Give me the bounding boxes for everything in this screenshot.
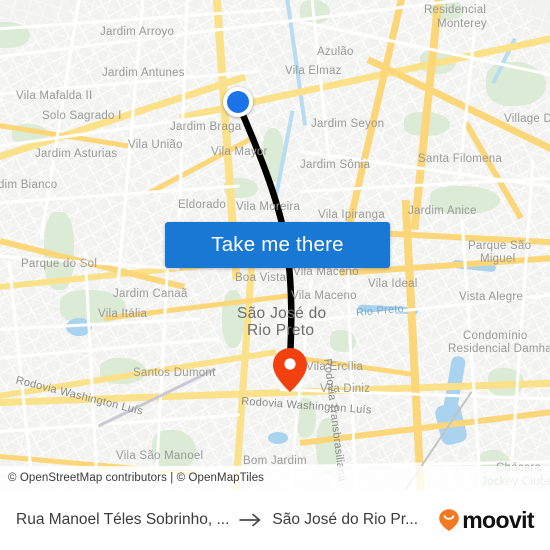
destination-label: São José do Rio Pr... <box>272 511 418 528</box>
moovit-logo[interactable]: moovit <box>438 506 535 534</box>
map-label: dim Bianco <box>0 179 58 191</box>
map-label: Miguel <box>480 253 516 265</box>
map-label: Santa Filomena <box>418 153 503 165</box>
map-label: Vila Ipiranga <box>318 209 385 221</box>
map-attribution: © OpenStreetMap contributors | © OpenMap… <box>0 466 550 490</box>
moovit-wordmark: moovit <box>462 506 534 533</box>
map-label: Residencial Damha <box>448 343 550 355</box>
map-label: Solo Sagrado I <box>42 110 122 122</box>
map-label: Vista Alegre <box>459 291 524 303</box>
map-label: Jardim Seyon <box>311 118 385 130</box>
origin-address-label: Rua Manoel Téles Sobrinho, ... <box>16 511 230 528</box>
map-label: Vila Ideal <box>368 278 418 290</box>
map-label: Vila União <box>128 139 183 151</box>
map-label: Vila Moreira <box>236 201 301 213</box>
moovit-map-screen: Jardim Arroyo Azulão Residencial Montere… <box>0 0 550 550</box>
map-label: Jardim Sônia <box>300 159 371 171</box>
map-label: Jardim Antunes <box>102 67 185 79</box>
map-label: Jardim Braga <box>170 121 242 133</box>
take-me-there-label: Take me there <box>211 233 344 256</box>
map-city-label: Rio Preto <box>247 322 315 339</box>
map-label: Santos Dumont <box>133 367 216 379</box>
map-label: Jardim Asturias <box>35 148 118 160</box>
map-label: Vila Mafalda II <box>16 90 93 102</box>
attribution-text: © OpenStreetMap contributors | © OpenMap… <box>8 472 265 484</box>
map-label: Monterey <box>437 18 487 30</box>
map-label: Jardim Arroyo <box>100 26 175 38</box>
map-label: Vila Maceno <box>291 290 357 302</box>
map-label: Azulão <box>317 46 354 58</box>
map-label: Condomínio <box>463 330 528 342</box>
arrow-right-icon <box>239 513 263 527</box>
take-me-there-button[interactable]: Take me there <box>165 222 390 268</box>
map-label: Vila Itália <box>98 308 148 320</box>
moovit-pin-smile-icon <box>438 508 460 532</box>
map-label: Vila São Manoel <box>116 450 204 462</box>
map-label: Vila Elmaz <box>285 65 342 77</box>
map-label: Eldorado <box>178 199 227 211</box>
map-label: Jardim Canaã <box>113 288 188 300</box>
map-label: Residencial <box>424 4 487 16</box>
map-label: Jardim Anice <box>408 205 477 217</box>
map-label: Boa Vista <box>235 272 287 284</box>
map-label: Village D <box>504 113 550 125</box>
map-canvas[interactable]: Jardim Arroyo Azulão Residencial Montere… <box>0 0 550 490</box>
map-city-label: São José do <box>237 305 327 322</box>
map-label: Parque São <box>468 240 532 252</box>
trip-summary-bar: Rua Manoel Téles Sobrinho, ... São José … <box>0 490 550 550</box>
origin-dot[interactable] <box>223 87 253 117</box>
destination-pin[interactable] <box>272 347 308 393</box>
map-label: Parque do Sol <box>21 258 98 270</box>
map-label: Vila Mayor <box>211 146 268 158</box>
